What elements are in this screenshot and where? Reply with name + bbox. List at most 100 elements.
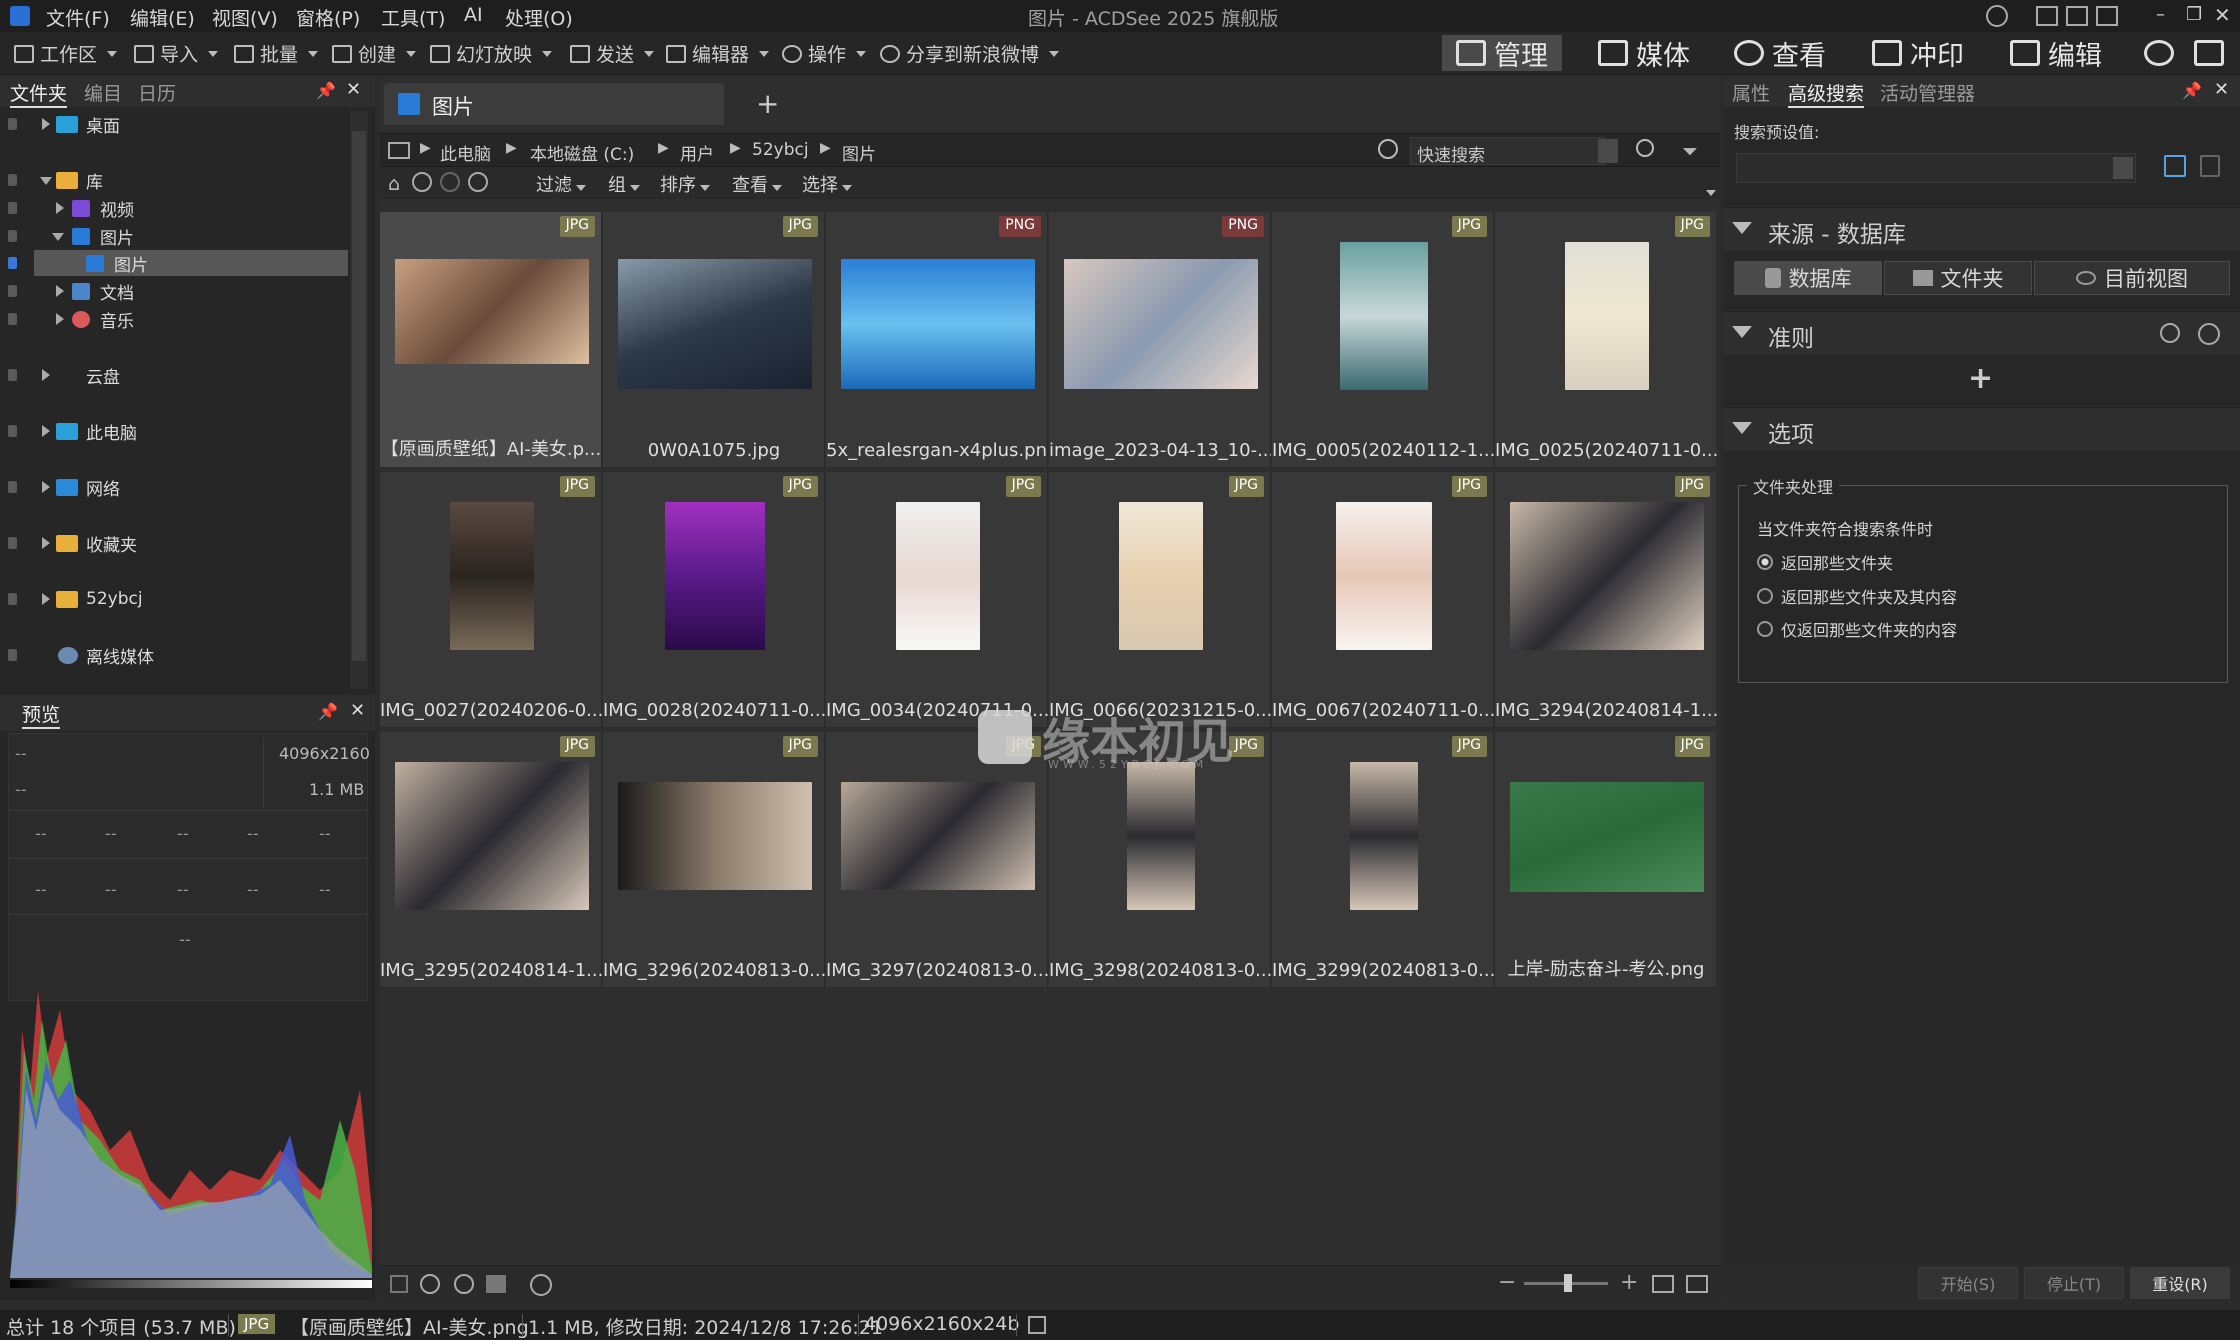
- thumbnail-item[interactable]: JPG IMG_0005(20240112-1...: [1272, 212, 1494, 468]
- layout-right-icon[interactable]: [2096, 6, 2118, 26]
- breadcrumb-52ybcj[interactable]: 52ybcj: [752, 140, 809, 160]
- close-icon[interactable]: ✕: [2214, 3, 2231, 27]
- mode-develop[interactable]: 冲印: [1858, 35, 1978, 72]
- slideshow-icon[interactable]: [530, 1274, 552, 1296]
- tree-item-favorites[interactable]: 收藏夹: [0, 530, 340, 556]
- tab-calendar[interactable]: 日历: [138, 79, 176, 106]
- menu-process[interactable]: 处理(O): [505, 4, 573, 31]
- zoom-out-icon[interactable]: −: [1498, 1270, 1516, 1295]
- quick-search-input[interactable]: 快速搜索: [1410, 137, 1606, 166]
- menu-ai[interactable]: AI: [464, 4, 483, 26]
- menu-pane[interactable]: 窗格(P): [296, 4, 360, 31]
- image-view-icon[interactable]: [1652, 1275, 1674, 1293]
- tree-item-cloud[interactable]: 云盘: [0, 362, 340, 388]
- reset-button[interactable]: 重设(R): [2130, 1267, 2230, 1299]
- radio-return-folders[interactable]: 返回那些文件夹: [1757, 550, 1893, 574]
- slideshow-button[interactable]: 幻灯放映: [430, 40, 553, 67]
- mode-view[interactable]: 查看: [1720, 35, 1840, 72]
- zoom-in-icon[interactable]: +: [1620, 1270, 1638, 1295]
- collapse-icon[interactable]: [1702, 181, 1716, 200]
- thumbnail-item[interactable]: JPGIMG_3297(20240813-0...: [826, 732, 1048, 988]
- batch-button[interactable]: 批量: [234, 40, 319, 67]
- notes-icon[interactable]: [1028, 1316, 1046, 1334]
- create-button[interactable]: 创建: [332, 40, 417, 67]
- thumbnail-item[interactable]: JPG 0W0A1075.jpg: [603, 212, 825, 468]
- tree-item-desktop[interactable]: 桌面: [0, 111, 340, 137]
- menu-view[interactable]: 视图(V): [212, 4, 278, 31]
- tab-advanced-search[interactable]: 高级搜索: [1788, 79, 1865, 108]
- layout-left-icon[interactable]: [2036, 6, 2058, 26]
- view-menu[interactable]: 查看: [732, 171, 782, 197]
- search-icon[interactable]: [1636, 139, 1654, 157]
- menu-tools[interactable]: 工具(T): [381, 4, 445, 31]
- home-icon[interactable]: ⌂: [388, 173, 400, 195]
- tree-item-52ybcj[interactable]: 52ybcj: [0, 586, 340, 612]
- thumbnail-item[interactable]: JPG 上岸-励志奋斗-考公.png: [1495, 732, 1717, 988]
- tree-item-network[interactable]: 网络: [0, 474, 340, 500]
- rotate-left-icon[interactable]: [420, 1274, 440, 1294]
- filter-icon[interactable]: ⏷: [1682, 139, 1698, 163]
- actions-button[interactable]: 操作: [782, 40, 867, 67]
- tree-item-library[interactable]: 库: [0, 167, 340, 193]
- close-icon[interactable]: ✕: [350, 700, 365, 721]
- breadcrumb-this-pc[interactable]: 此电脑: [440, 140, 491, 165]
- editor-button[interactable]: 编辑器: [666, 40, 770, 67]
- up-icon[interactable]: [468, 172, 488, 192]
- pin-icon[interactable]: 📌: [2182, 81, 2202, 100]
- weibo-share-button[interactable]: 分享到新浪微博: [880, 40, 1060, 67]
- tree-scrollbar[interactable]: [350, 111, 368, 689]
- tree-item-music[interactable]: 音乐: [0, 306, 340, 332]
- trash-icon[interactable]: [2200, 155, 2220, 177]
- source-folder-button[interactable]: 文件夹: [1884, 261, 2032, 295]
- thumbnail-size-slider[interactable]: [1524, 1274, 1608, 1292]
- add-criterion-button[interactable]: +: [1968, 361, 1993, 396]
- tab-pictures[interactable]: 图片: [384, 83, 724, 125]
- pin-icon[interactable]: 📌: [318, 702, 338, 721]
- thumbnail-item[interactable]: JPG IMG_3294(20240814-1...: [1495, 472, 1717, 728]
- thumbnail-item[interactable]: JPG IMG_0034(20240711-0...: [826, 472, 1048, 728]
- start-button[interactable]: 开始(S): [1918, 1267, 2018, 1299]
- radio-return-contents-only[interactable]: 仅返回那些文件夹的内容: [1757, 617, 1957, 641]
- breadcrumb-users[interactable]: 用户: [680, 140, 714, 165]
- compare-icon[interactable]: [486, 1275, 506, 1293]
- tree-item-offline-media[interactable]: 离线媒体: [0, 642, 340, 668]
- add-tab-button[interactable]: +: [756, 87, 779, 120]
- app-icon[interactable]: [10, 6, 30, 26]
- rotate-right-icon[interactable]: [454, 1274, 474, 1294]
- back-icon[interactable]: [412, 172, 432, 192]
- criteria-section-header[interactable]: 准则: [1724, 311, 2240, 355]
- filter-menu[interactable]: 过滤: [536, 171, 586, 197]
- thumbnail-item[interactable]: JPG IMG_0027(20240206-0...: [380, 472, 602, 728]
- tab-activity-manager[interactable]: 活动管理器: [1880, 79, 1975, 106]
- tab-folders[interactable]: 文件夹: [10, 79, 68, 108]
- forward-icon[interactable]: [440, 172, 460, 192]
- search-dropdown-button[interactable]: [1598, 139, 1618, 163]
- group-menu[interactable]: 组: [608, 171, 640, 197]
- refresh-icon[interactable]: [2198, 323, 2220, 345]
- thumbnail-item[interactable]: JPG IMG_0025(20240711-0...: [1495, 212, 1717, 468]
- tab-properties[interactable]: 属性: [1732, 79, 1770, 106]
- save-icon[interactable]: [2164, 155, 2186, 177]
- thumbnail-item[interactable]: PNG 5x_realesrgan-x4plus.png: [826, 212, 1048, 468]
- mode-edit[interactable]: 编辑: [1996, 35, 2116, 72]
- thumbnail-item[interactable]: JPG IMG_3295(20240814-1...: [380, 732, 602, 988]
- search-icon[interactable]: [2160, 323, 2180, 343]
- user-icon[interactable]: [1986, 5, 2008, 27]
- thumbnail-item[interactable]: JPG IMG_0067(20240711-0...: [1272, 472, 1494, 728]
- refresh-icon[interactable]: [1378, 139, 1398, 159]
- select-menu[interactable]: 选择: [802, 171, 852, 197]
- breadcrumb-pictures[interactable]: 图片: [842, 140, 876, 165]
- tree-item-videos[interactable]: 视频: [0, 195, 340, 221]
- thumbnail-item[interactable]: JPG IMG_3296(20240813-0...: [603, 732, 825, 988]
- tree-item-this-pc[interactable]: 此电脑: [0, 418, 340, 444]
- menu-file[interactable]: 文件(F): [46, 4, 110, 31]
- thumbnail-item[interactable]: PNG image_2023-04-13_10-...: [1049, 212, 1271, 468]
- thumbnail-item[interactable]: JPG 【原画质壁纸】AI-美女.p...: [380, 212, 602, 468]
- source-section-header[interactable]: 来源 - 数据库: [1724, 207, 2240, 251]
- thumbnail-item[interactable]: JPG IMG_0066(20231215-0...: [1049, 472, 1271, 728]
- restore-icon[interactable]: ❐: [2186, 4, 2202, 25]
- import-button[interactable]: 导入: [134, 40, 219, 67]
- stop-button[interactable]: 停止(T): [2024, 1267, 2124, 1299]
- pin-icon[interactable]: 📌: [316, 81, 336, 100]
- thumbnail-item[interactable]: JPG IMG_3299(20240813-0...: [1272, 732, 1494, 988]
